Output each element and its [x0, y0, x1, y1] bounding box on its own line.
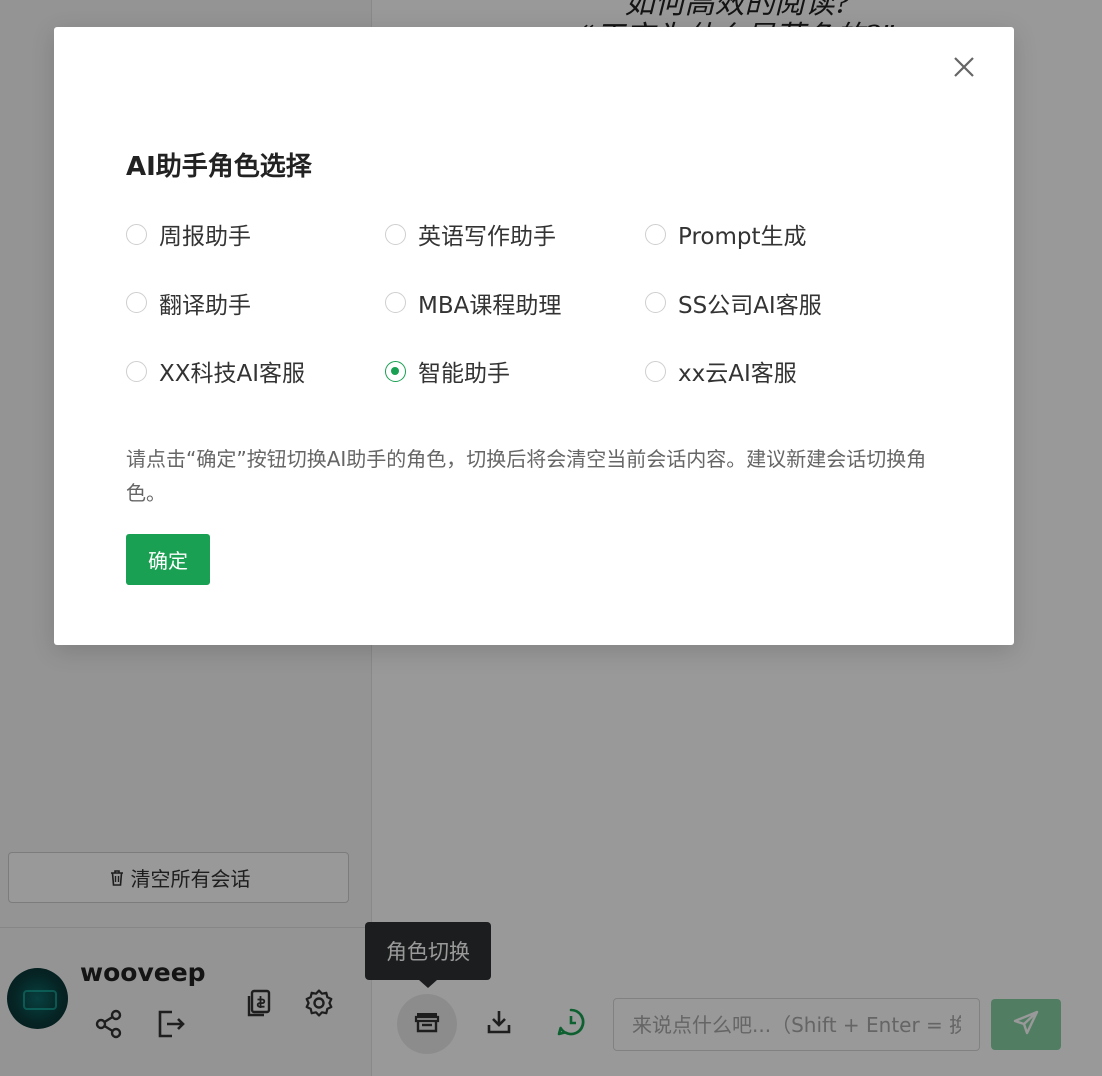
role-option-label: Prompt生成: [678, 224, 807, 250]
radio-circle[interactable]: [126, 292, 147, 313]
radio-circle[interactable]: [645, 223, 666, 245]
role-option[interactable]: XX科技AI客服: [126, 352, 305, 390]
role-option[interactable]: MBA课程助理: [385, 284, 561, 322]
close-dialog-button[interactable]: [946, 51, 982, 87]
role-option-label: XX科技AI客服: [159, 361, 306, 387]
radio-row: 翻译助手 MBA课程助理 SS公司AI客服: [126, 284, 926, 353]
radio-row: 周报助手 英语写作助手 Prompt生成: [126, 215, 926, 284]
role-option-label: 周报助手: [159, 224, 251, 250]
close-icon: [952, 55, 976, 83]
role-radio-group: 周报助手 英语写作助手 Prompt生成 翻译助手 MBA课程助理 SS公司AI…: [126, 215, 926, 421]
role-option-selected[interactable]: 智能助手: [385, 352, 510, 390]
role-option[interactable]: 翻译助手: [126, 284, 251, 322]
role-option-label: 翻译助手: [159, 292, 251, 319]
role-option[interactable]: SS公司AI客服: [645, 284, 822, 322]
app-root: 清空所有会话 wooveep 如何高效的阅读? “天空为什么是蓝色的?”: [0, 0, 1102, 1076]
radio-circle[interactable]: [645, 360, 666, 382]
radio-circle-checked[interactable]: [385, 360, 406, 382]
role-option[interactable]: Prompt生成: [645, 215, 807, 253]
role-select-dialog: AI助手角色选择 周报助手 英语写作助手 Prompt生成 翻译助手 MBA课程…: [54, 27, 1014, 645]
dialog-title: AI助手角色选择: [126, 152, 312, 182]
dialog-hint: 请点击“确定”按钮切换AI助手的角色，切换后将会清空当前会话内容。建议新建会话切…: [126, 447, 927, 505]
radio-circle[interactable]: [385, 292, 406, 313]
role-option[interactable]: xx云AI客服: [645, 352, 797, 390]
role-option[interactable]: 周报助手: [126, 215, 251, 253]
confirm-button[interactable]: 确定: [126, 534, 210, 585]
radio-circle[interactable]: [385, 223, 406, 245]
role-option-label: 智能助手: [418, 361, 510, 387]
role-option[interactable]: 英语写作助手: [385, 215, 556, 253]
role-option-label: SS公司AI客服: [678, 292, 822, 319]
radio-circle[interactable]: [126, 223, 147, 245]
radio-circle[interactable]: [645, 292, 666, 313]
radio-row: XX科技AI客服 智能助手 xx云AI客服: [126, 352, 926, 421]
role-option-label: 英语写作助手: [418, 224, 556, 250]
role-option-label: MBA课程助理: [418, 292, 562, 319]
role-option-label: xx云AI客服: [678, 361, 797, 387]
radio-circle[interactable]: [126, 360, 147, 382]
